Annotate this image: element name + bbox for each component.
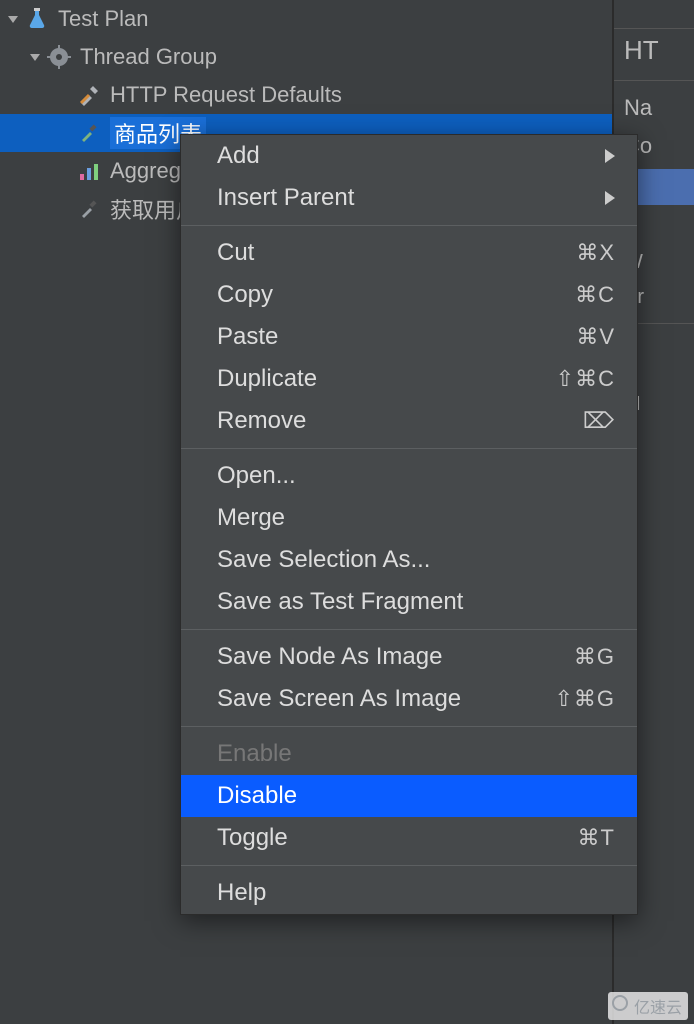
menu-merge[interactable]: Merge — [181, 497, 637, 539]
shortcut: ⌦ — [583, 408, 615, 434]
menu-label: Remove — [217, 407, 306, 435]
basic-tab[interactable] — [634, 169, 694, 205]
menu-separator — [181, 726, 637, 727]
chart-icon — [76, 158, 102, 184]
menu-label: Save Screen As Image — [217, 685, 461, 713]
menu-label: Enable — [217, 740, 292, 768]
shortcut: ⇧⌘C — [556, 366, 615, 392]
tree-spacer — [58, 88, 72, 102]
menu-label: Toggle — [217, 824, 288, 852]
tree-spacer — [58, 126, 72, 140]
menu-label: Add — [217, 142, 260, 170]
tree-label: HTTP Request Defaults — [110, 82, 342, 108]
flask-icon — [24, 6, 50, 32]
shortcut: ⌘X — [576, 240, 615, 266]
menu-save-selection[interactable]: Save Selection As... — [181, 539, 637, 581]
menu-save-fragment[interactable]: Save as Test Fragment — [181, 581, 637, 623]
menu-help[interactable]: Help — [181, 872, 637, 914]
tree-node-thread-group[interactable]: Thread Group — [0, 38, 612, 76]
submenu-arrow-icon — [605, 191, 615, 205]
expand-icon[interactable] — [6, 12, 20, 26]
dropper-icon — [76, 196, 102, 222]
wrench-icon — [76, 82, 102, 108]
tree-node-http-defaults[interactable]: HTTP Request Defaults — [0, 76, 612, 114]
menu-label: Save as Test Fragment — [217, 588, 463, 616]
menu-save-screen-image[interactable]: Save Screen As Image ⇧⌘G — [181, 678, 637, 720]
menu-enable: Enable — [181, 733, 637, 775]
panel-title: HT — [614, 29, 694, 72]
menu-separator — [181, 225, 637, 226]
menu-remove[interactable]: Remove ⌦ — [181, 400, 637, 442]
menu-label: Merge — [217, 504, 285, 532]
menu-paste[interactable]: Paste ⌘V — [181, 316, 637, 358]
menu-save-node-image[interactable]: Save Node As Image ⌘G — [181, 636, 637, 678]
shortcut: ⌘G — [574, 644, 615, 670]
gear-icon — [46, 44, 72, 70]
shortcut: ⌘T — [578, 825, 615, 851]
tree-spacer — [58, 202, 72, 216]
shortcut: ⇧⌘G — [554, 686, 615, 712]
shortcut: ⌘V — [576, 324, 615, 350]
menu-separator — [181, 629, 637, 630]
menu-disable[interactable]: Disable — [181, 775, 637, 817]
menu-label: Duplicate — [217, 365, 317, 393]
context-menu: Add Insert Parent Cut ⌘X Copy ⌘C Paste ⌘… — [180, 134, 638, 915]
dropper-icon — [76, 120, 102, 146]
menu-toggle[interactable]: Toggle ⌘T — [181, 817, 637, 859]
name-label: Na — [614, 89, 694, 127]
menu-label: Copy — [217, 281, 273, 309]
shortcut: ⌘C — [575, 282, 615, 308]
submenu-arrow-icon — [605, 149, 615, 163]
menu-insert-parent[interactable]: Insert Parent — [181, 177, 637, 219]
tree-spacer — [58, 164, 72, 178]
menu-label: Help — [217, 879, 266, 907]
menu-cut[interactable]: Cut ⌘X — [181, 232, 637, 274]
menu-duplicate[interactable]: Duplicate ⇧⌘C — [181, 358, 637, 400]
menu-open[interactable]: Open... — [181, 455, 637, 497]
menu-copy[interactable]: Copy ⌘C — [181, 274, 637, 316]
menu-label: Save Selection As... — [217, 546, 430, 574]
tree-node-test-plan[interactable]: Test Plan — [0, 0, 612, 38]
menu-separator — [181, 865, 637, 866]
menu-label: Disable — [217, 782, 297, 810]
menu-add[interactable]: Add — [181, 135, 637, 177]
menu-label: Insert Parent — [217, 184, 354, 212]
watermark: 亿速云 — [608, 992, 688, 1020]
menu-label: Cut — [217, 239, 254, 267]
tree-label: Test Plan — [58, 6, 149, 32]
menu-label: Open... — [217, 462, 296, 490]
tree-label: Thread Group — [80, 44, 217, 70]
menu-label: Save Node As Image — [217, 643, 442, 671]
expand-icon[interactable] — [28, 50, 42, 64]
menu-separator — [181, 448, 637, 449]
menu-label: Paste — [217, 323, 278, 351]
